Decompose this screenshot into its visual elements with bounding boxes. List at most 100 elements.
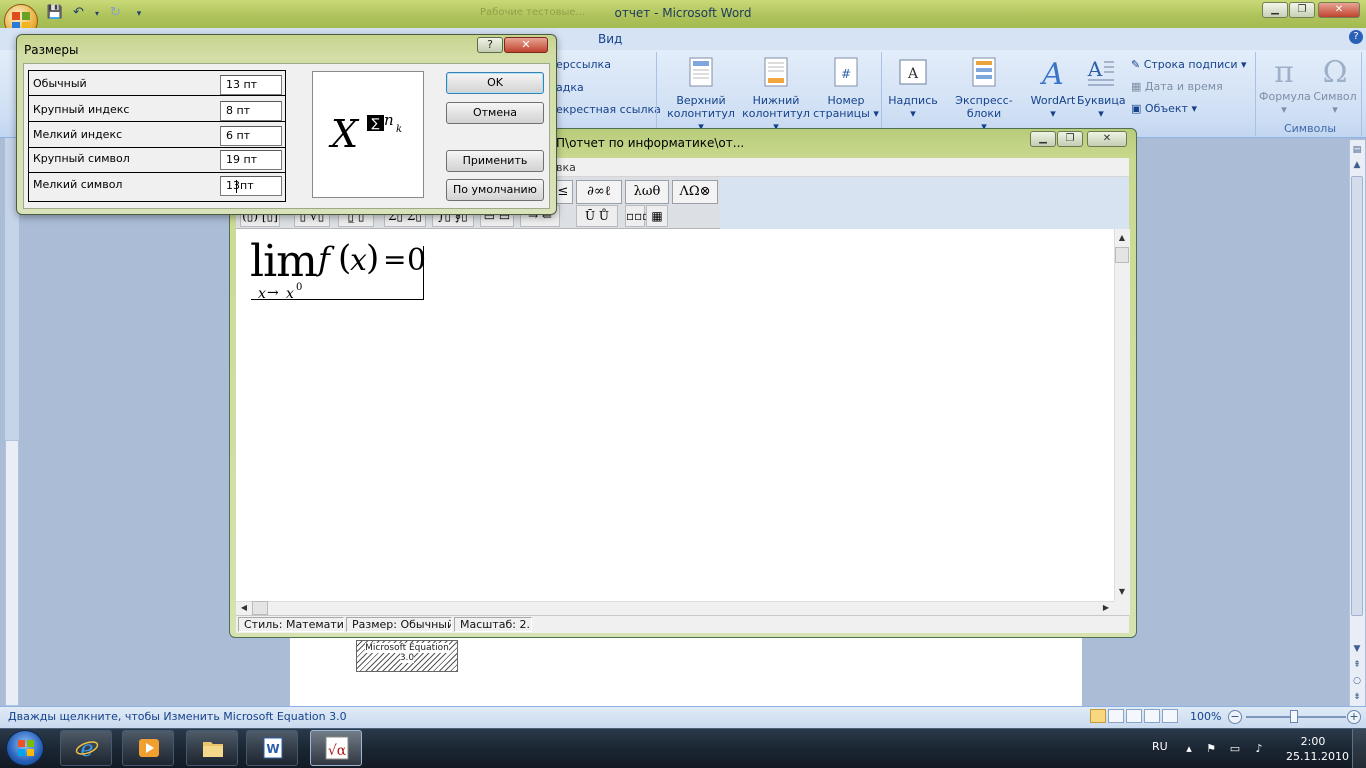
print-layout-icon[interactable] bbox=[1090, 709, 1106, 723]
vertical-ruler[interactable] bbox=[5, 440, 19, 706]
palette-greek-lower[interactable]: λωθ bbox=[625, 180, 669, 204]
full-screen-reading-icon[interactable] bbox=[1108, 709, 1124, 723]
taskbar-ie[interactable]: e bbox=[60, 730, 112, 766]
eq-menu-insert[interactable]: вка bbox=[556, 161, 576, 174]
taskbar-equation[interactable]: √α bbox=[310, 730, 362, 766]
document-scroll-thumb[interactable] bbox=[1351, 176, 1363, 616]
network-icon[interactable]: ▭ bbox=[1228, 742, 1242, 756]
scroll-down-icon[interactable]: ▼ bbox=[1350, 642, 1364, 656]
quick-access-toolbar: 💾 ↶ ▾ ↻ ▾ bbox=[46, 4, 150, 24]
size-input-large-index[interactable]: 8 пт bbox=[220, 101, 282, 121]
palette-products[interactable]: Ū Ů bbox=[576, 205, 618, 227]
quickparts-label: Экспресс-блоки bbox=[955, 94, 1013, 120]
view-buttons bbox=[1090, 709, 1180, 726]
eq-minimize-button[interactable]: ▁ bbox=[1030, 131, 1056, 147]
header-button[interactable]: Верхний колонтитул ▾ bbox=[664, 56, 738, 133]
link-cross-ref[interactable]: екрестная ссылка bbox=[556, 103, 661, 116]
next-page-icon[interactable]: ⇟ bbox=[1350, 690, 1364, 704]
internet-explorer-icon: e bbox=[75, 737, 99, 760]
palette-misc-symbols[interactable]: ∂∞ℓ bbox=[576, 180, 622, 204]
eq-scroll-down-icon[interactable]: ▼ bbox=[1115, 585, 1129, 599]
volume-icon[interactable]: ♪ bbox=[1252, 742, 1266, 756]
zoom-slider-thumb[interactable] bbox=[1290, 710, 1298, 723]
eq-maximize-button[interactable]: ❐ bbox=[1057, 131, 1083, 147]
cancel-button[interactable]: Отмена bbox=[446, 102, 544, 124]
eq-scroll-up-icon[interactable]: ▲ bbox=[1115, 231, 1129, 245]
draft-icon[interactable] bbox=[1162, 709, 1178, 723]
defaults-button[interactable]: По умолчанию bbox=[446, 179, 544, 201]
start-button[interactable] bbox=[6, 730, 44, 766]
save-icon[interactable]: 💾 bbox=[46, 4, 64, 22]
word-icon: W bbox=[263, 737, 283, 759]
eq-scroll-left-icon[interactable]: ◀ bbox=[237, 601, 251, 615]
dialog-help-button[interactable]: ? bbox=[477, 37, 503, 53]
size-input-small-symbol[interactable]: 13пт bbox=[220, 176, 282, 196]
redo-icon[interactable]: ↻ bbox=[107, 4, 125, 22]
ok-button[interactable]: OK bbox=[446, 72, 544, 94]
minimize-button[interactable]: ▁ bbox=[1262, 2, 1288, 18]
equation-ole-object[interactable]: Microsoft Equation 3.0 bbox=[356, 640, 458, 672]
help-icon[interactable]: ? bbox=[1349, 30, 1363, 44]
tab-view[interactable]: Вид bbox=[598, 32, 622, 46]
select-browse-object-icon[interactable]: ○ bbox=[1350, 674, 1364, 688]
signature-line-button[interactable]: ✎ Строка подписи ▾ bbox=[1131, 58, 1247, 71]
taskbar-explorer[interactable] bbox=[186, 730, 238, 766]
wordart-button[interactable]: A WordArt ▾ bbox=[1029, 56, 1077, 120]
ruler-toggle-icon[interactable]: ▤ bbox=[1350, 143, 1364, 157]
eq-vscroll-thumb[interactable] bbox=[1115, 247, 1129, 263]
zoom-out-icon[interactable]: − bbox=[1228, 710, 1242, 724]
tray-expand-icon[interactable]: ▴ bbox=[1182, 742, 1196, 756]
close-button[interactable]: ✕ bbox=[1318, 2, 1360, 18]
size-label-small-symbol: Мелкий символ bbox=[33, 178, 123, 191]
formula-equals: = bbox=[383, 243, 407, 276]
scroll-up-icon[interactable]: ▲ bbox=[1350, 158, 1364, 172]
palette-spacing[interactable]: ▫▫▫ bbox=[625, 205, 650, 227]
clock[interactable]: 2:00 25.11.2010 bbox=[1286, 734, 1349, 764]
formula-label: Формула bbox=[1259, 90, 1311, 103]
footer-button[interactable]: Нижний колонтитул ▾ bbox=[739, 56, 813, 133]
dropcap-button[interactable]: A Буквица ▾ bbox=[1077, 56, 1126, 120]
formula-insertion-caret bbox=[423, 246, 424, 300]
equation-editor-icon: √α bbox=[325, 736, 349, 760]
object-button[interactable]: ▣ Объект ▾ bbox=[1131, 102, 1197, 115]
show-desktop-button[interactable] bbox=[1352, 729, 1366, 768]
ole-object-label: Microsoft Equation 3.0 bbox=[365, 643, 449, 663]
eq-vertical-scrollbar[interactable] bbox=[1114, 229, 1130, 601]
undo-dropdown-icon[interactable]: ▾ bbox=[93, 5, 101, 23]
size-input-normal[interactable]: 13 пт bbox=[220, 75, 282, 95]
text-caret bbox=[236, 180, 237, 193]
dropcap-icon: A bbox=[1087, 57, 1114, 86]
eq-hscroll-thumb[interactable] bbox=[252, 601, 268, 615]
apply-button[interactable]: Применить bbox=[446, 150, 544, 172]
quickparts-button[interactable]: Экспресс-блоки ▾ bbox=[940, 56, 1028, 133]
action-center-icon[interactable]: ⚑ bbox=[1204, 742, 1218, 756]
palette-matrices[interactable]: ▦ bbox=[646, 205, 668, 227]
datetime-button[interactable]: ▦ Дата и время bbox=[1131, 80, 1223, 93]
textbox-button[interactable]: A Надпись ▾ bbox=[888, 56, 938, 120]
eq-close-button[interactable]: ✕ bbox=[1087, 131, 1127, 147]
eq-horizontal-scrollbar[interactable] bbox=[236, 601, 1114, 615]
symbol-button[interactable]: Ω Символ ▾ bbox=[1310, 56, 1360, 117]
undo-icon[interactable]: ↶ bbox=[70, 4, 88, 22]
zoom-level[interactable]: 100% bbox=[1190, 710, 1221, 723]
web-layout-icon[interactable] bbox=[1126, 709, 1142, 723]
equation-edit-area[interactable] bbox=[236, 229, 1114, 601]
link-crossref-partial[interactable]: ерссылка bbox=[556, 58, 611, 71]
taskbar-media-player[interactable] bbox=[122, 730, 174, 766]
palette-greek-upper[interactable]: ΛΩ⊗ bbox=[672, 180, 718, 204]
link-insert-partial[interactable]: адка bbox=[556, 81, 584, 94]
outline-icon[interactable] bbox=[1144, 709, 1160, 723]
language-indicator[interactable]: RU bbox=[1152, 740, 1168, 753]
page-number-button[interactable]: # Номер страницы ▾ bbox=[813, 56, 879, 120]
maximize-button[interactable]: ❐ bbox=[1289, 2, 1315, 18]
taskbar-word[interactable]: W bbox=[246, 730, 298, 766]
size-input-small-index[interactable]: 6 пт bbox=[220, 126, 282, 146]
svg-text:#: # bbox=[841, 67, 851, 81]
formula-button[interactable]: π Формула ▾ bbox=[1259, 56, 1311, 117]
eq-scroll-right-icon[interactable]: ▶ bbox=[1099, 601, 1113, 615]
prev-page-icon[interactable]: ⇞ bbox=[1350, 658, 1364, 672]
size-input-large-symbol[interactable]: 19 пт bbox=[220, 150, 282, 170]
customize-qat-icon[interactable]: ▾ bbox=[130, 5, 148, 23]
zoom-in-icon[interactable]: + bbox=[1347, 710, 1361, 724]
dialog-close-button[interactable]: ✕ bbox=[504, 37, 548, 53]
